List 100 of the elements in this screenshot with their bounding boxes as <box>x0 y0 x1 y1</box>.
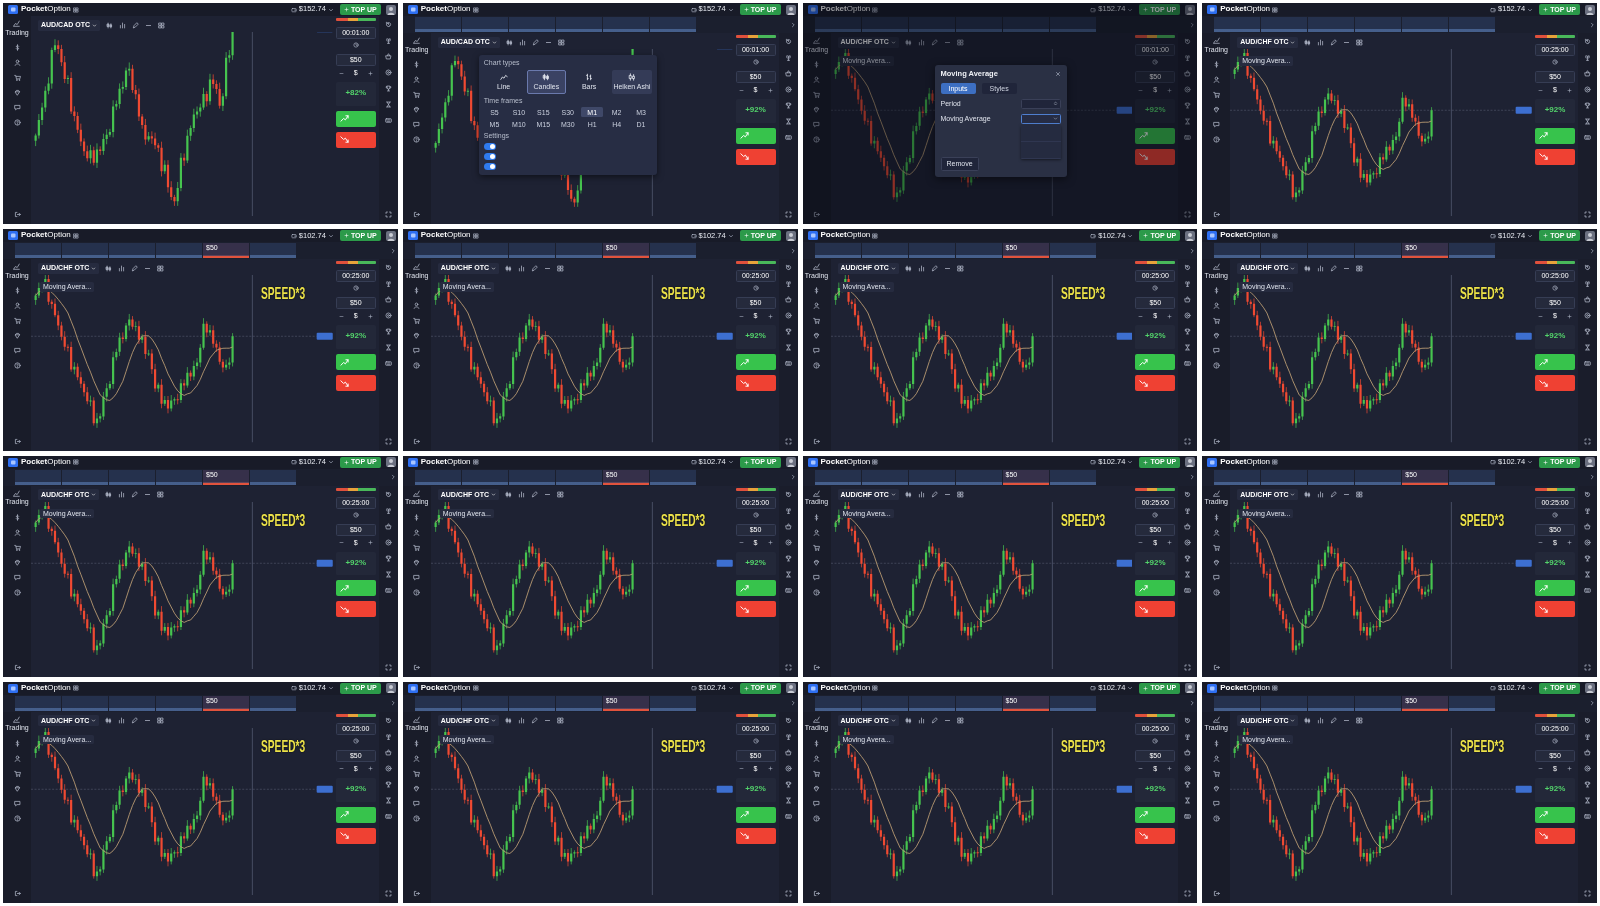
history-icon[interactable] <box>1584 716 1591 724</box>
keyboard-icon[interactable] <box>1584 360 1591 368</box>
fullscreen-icon[interactable] <box>1584 890 1591 897</box>
asset-tab[interactable] <box>508 17 555 32</box>
help-icon[interactable] <box>13 119 21 127</box>
candles-icon[interactable] <box>106 21 113 29</box>
diamond-icon[interactable] <box>13 558 21 566</box>
trophy-icon[interactable] <box>1584 554 1591 562</box>
chevron-right-icon[interactable] <box>789 21 796 28</box>
pencil-icon[interactable] <box>930 38 938 46</box>
plus-icon[interactable] <box>1567 313 1572 319</box>
chart-line-icon[interactable] <box>13 715 21 723</box>
history-icon[interactable] <box>1584 38 1591 45</box>
broadcast-icon[interactable] <box>384 37 392 44</box>
target-icon[interactable] <box>1584 538 1591 546</box>
chart-line-icon[interactable] <box>1212 37 1220 44</box>
candles-icon[interactable] <box>904 38 912 46</box>
chat-icon[interactable] <box>13 347 21 355</box>
broadcast-icon[interactable] <box>1584 732 1591 740</box>
person-icon[interactable] <box>13 754 21 762</box>
chart-line-icon[interactable] <box>13 263 21 271</box>
history-icon[interactable] <box>1584 490 1591 498</box>
chart-line-icon[interactable] <box>413 37 421 44</box>
asset-tab[interactable] <box>1402 17 1449 32</box>
diamond-icon[interactable] <box>13 89 21 97</box>
asset-tab[interactable] <box>649 17 696 32</box>
dollar-icon[interactable] <box>13 287 21 295</box>
trophy-icon[interactable] <box>1584 780 1591 788</box>
minus-icon[interactable] <box>1538 313 1543 319</box>
diamond-icon[interactable] <box>13 784 21 792</box>
cart-icon[interactable] <box>13 769 21 777</box>
help-icon[interactable] <box>13 588 21 596</box>
plus-icon[interactable] <box>1567 540 1572 545</box>
down-trade-button[interactable] <box>1535 601 1575 618</box>
up-trade-button[interactable] <box>1535 354 1575 371</box>
down-trade-button[interactable] <box>1535 375 1575 392</box>
basket-icon[interactable] <box>1584 748 1591 756</box>
person-icon[interactable] <box>13 59 21 67</box>
plus-icon[interactable] <box>1567 87 1572 93</box>
grid-icon[interactable] <box>158 21 165 29</box>
grid-icon[interactable] <box>956 38 964 46</box>
asset-tab[interactable] <box>555 17 602 32</box>
chevron-right-icon[interactable] <box>1589 474 1595 480</box>
basket-icon[interactable] <box>1584 70 1591 77</box>
brand-logo[interactable]: PocketOption <box>1220 5 1271 14</box>
asset-tab[interactable] <box>602 17 649 32</box>
avatar-icon[interactable] <box>1585 4 1595 15</box>
target-icon[interactable] <box>1584 86 1591 93</box>
fullscreen-icon[interactable] <box>1584 211 1591 219</box>
asset-tab[interactable] <box>1308 17 1355 32</box>
asset-tab[interactable] <box>1355 17 1402 32</box>
pencil-icon[interactable] <box>132 21 139 29</box>
cart-icon[interactable] <box>13 74 21 82</box>
bars-chart-icon[interactable] <box>518 38 526 46</box>
chevron-right-icon[interactable] <box>1589 21 1595 28</box>
person-icon[interactable] <box>13 528 21 536</box>
grid-icon[interactable] <box>557 38 565 46</box>
minus-icon[interactable] <box>1538 766 1543 772</box>
bars-chart-icon[interactable] <box>1317 38 1325 46</box>
target-icon[interactable] <box>1584 764 1591 772</box>
up-trade-button[interactable] <box>1535 580 1575 597</box>
avatar-icon[interactable] <box>1585 230 1595 241</box>
target-icon[interactable] <box>1584 312 1591 320</box>
hourglass-icon[interactable] <box>1584 796 1591 804</box>
pencil-icon[interactable] <box>531 38 539 46</box>
avatar-icon[interactable] <box>1585 683 1595 694</box>
history-icon[interactable] <box>1584 264 1591 272</box>
avatar-icon[interactable] <box>385 4 396 15</box>
caret-icon[interactable] <box>727 6 734 13</box>
chevron-right-icon[interactable] <box>1589 247 1595 254</box>
up-trade-button[interactable] <box>1535 127 1575 144</box>
logout-icon[interactable] <box>13 437 21 445</box>
asset-tab[interactable] <box>461 17 508 32</box>
candles-icon[interactable] <box>1304 38 1312 46</box>
caret-icon[interactable] <box>327 6 334 13</box>
brand-logo[interactable]: PocketOption <box>21 5 71 14</box>
avatar-icon[interactable] <box>785 4 796 15</box>
clock-icon[interactable] <box>1552 511 1558 518</box>
candles-icon[interactable] <box>505 38 513 46</box>
broadcast-icon[interactable] <box>1584 280 1591 288</box>
asset-tab[interactable] <box>1449 17 1496 32</box>
plus-icon[interactable] <box>1567 766 1572 772</box>
chat-icon[interactable] <box>13 799 21 807</box>
cart-icon[interactable] <box>13 317 21 325</box>
trophy-icon[interactable] <box>1584 102 1591 109</box>
keyboard-icon[interactable] <box>1584 586 1591 594</box>
clock-icon[interactable] <box>1552 737 1558 744</box>
pencil-icon[interactable] <box>1330 38 1338 46</box>
hourglass-icon[interactable] <box>1584 570 1591 578</box>
logout-icon[interactable] <box>13 890 21 897</box>
avatar-icon[interactable] <box>1185 4 1196 15</box>
bars-chart-icon[interactable] <box>917 38 925 46</box>
grid-icon[interactable] <box>472 6 479 13</box>
asset-tab[interactable] <box>1261 17 1308 32</box>
broadcast-icon[interactable] <box>1584 506 1591 514</box>
up-trade-button[interactable] <box>1535 806 1575 823</box>
fullscreen-icon[interactable] <box>1584 437 1591 445</box>
caret-icon[interactable] <box>1527 6 1534 13</box>
cart-icon[interactable] <box>13 543 21 551</box>
logout-icon[interactable] <box>13 211 21 219</box>
